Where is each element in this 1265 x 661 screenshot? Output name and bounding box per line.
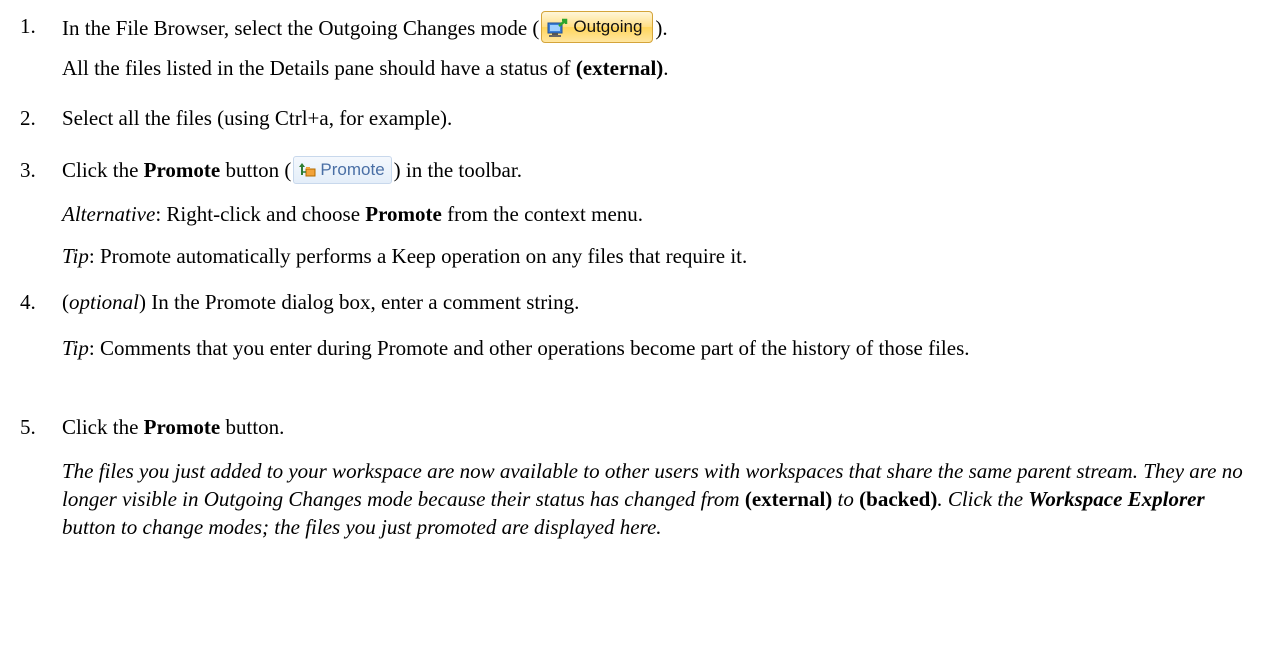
step-number: 2. — [20, 106, 36, 130]
step-result: The files you just added to your workspa… — [62, 457, 1252, 541]
step-text: button. — [220, 415, 285, 439]
status-backed: (backed) — [859, 487, 938, 511]
promote-toolbar-button: Promote — [293, 156, 392, 185]
step-number: 3. — [20, 158, 36, 182]
note-text: . — [663, 56, 669, 80]
step-number: 4. — [20, 290, 36, 314]
step-note: All the files listed in the Details pane… — [62, 56, 669, 81]
step-number: 1. — [20, 14, 36, 38]
outgoing-mode-button: Outgoing — [541, 11, 654, 43]
step-instruction: (optional) In the Promote dialog box, en… — [62, 290, 579, 315]
step-instruction: Select all the files (using Ctrl+a, for … — [62, 106, 453, 130]
promote-term: Promote — [143, 158, 221, 182]
result-text: to — [832, 487, 860, 511]
promote-term: Promote — [365, 202, 442, 226]
status-external: (external) — [744, 487, 833, 511]
step-text: Click the — [62, 415, 144, 439]
promote-button-label: Promote — [320, 160, 385, 180]
step-alternative: Alternative: Right-click and choose Prom… — [62, 202, 643, 227]
note-text: All the files listed in the Details pane… — [62, 56, 576, 80]
step-text: ) In the Promote dialog box, enter a com… — [139, 290, 580, 314]
alternative-text: from the context menu. — [441, 202, 644, 226]
tip-text: : Promote automatically performs a Keep … — [88, 244, 748, 268]
step-text: ). — [655, 15, 668, 40]
step-text: ) in the toolbar. — [393, 158, 522, 182]
outgoing-computer-arrow-icon — [547, 18, 568, 37]
step-text: Click the — [62, 158, 144, 182]
result-text: . Click the — [937, 487, 1029, 511]
tip-text: : Comments that you enter during Promote… — [88, 336, 970, 360]
tip-label: Tip — [62, 244, 89, 268]
step-instruction: In the File Browser, select the Outgoing… — [62, 11, 668, 46]
step-instruction: Click the Promote button. — [62, 415, 284, 440]
alternative-text: : Right-click and choose — [155, 202, 366, 226]
workspace-explorer-term: Workspace Explorer — [1028, 487, 1205, 511]
promote-term: Promote — [143, 415, 221, 439]
outgoing-button-label: Outgoing — [573, 17, 643, 36]
status-external: (external) — [575, 56, 664, 80]
step-instruction: Click the Promote button (Promote) in th… — [62, 156, 522, 186]
step-number: 5. — [20, 415, 36, 439]
step-text: In the File Browser, select the Outgoing… — [62, 15, 540, 40]
step-tip: Tip: Promote automatically performs a Ke… — [62, 244, 747, 269]
promote-icon — [299, 163, 316, 177]
step-tip: Tip: Comments that you enter during Prom… — [62, 334, 1252, 362]
step-text: button ( — [220, 158, 292, 182]
alternative-label: Alternative — [62, 202, 156, 226]
result-text: button to change modes; the files you ju… — [62, 515, 662, 539]
step-text: ( — [62, 290, 69, 314]
optional-label: optional — [69, 290, 140, 314]
tip-label: Tip — [62, 336, 89, 360]
